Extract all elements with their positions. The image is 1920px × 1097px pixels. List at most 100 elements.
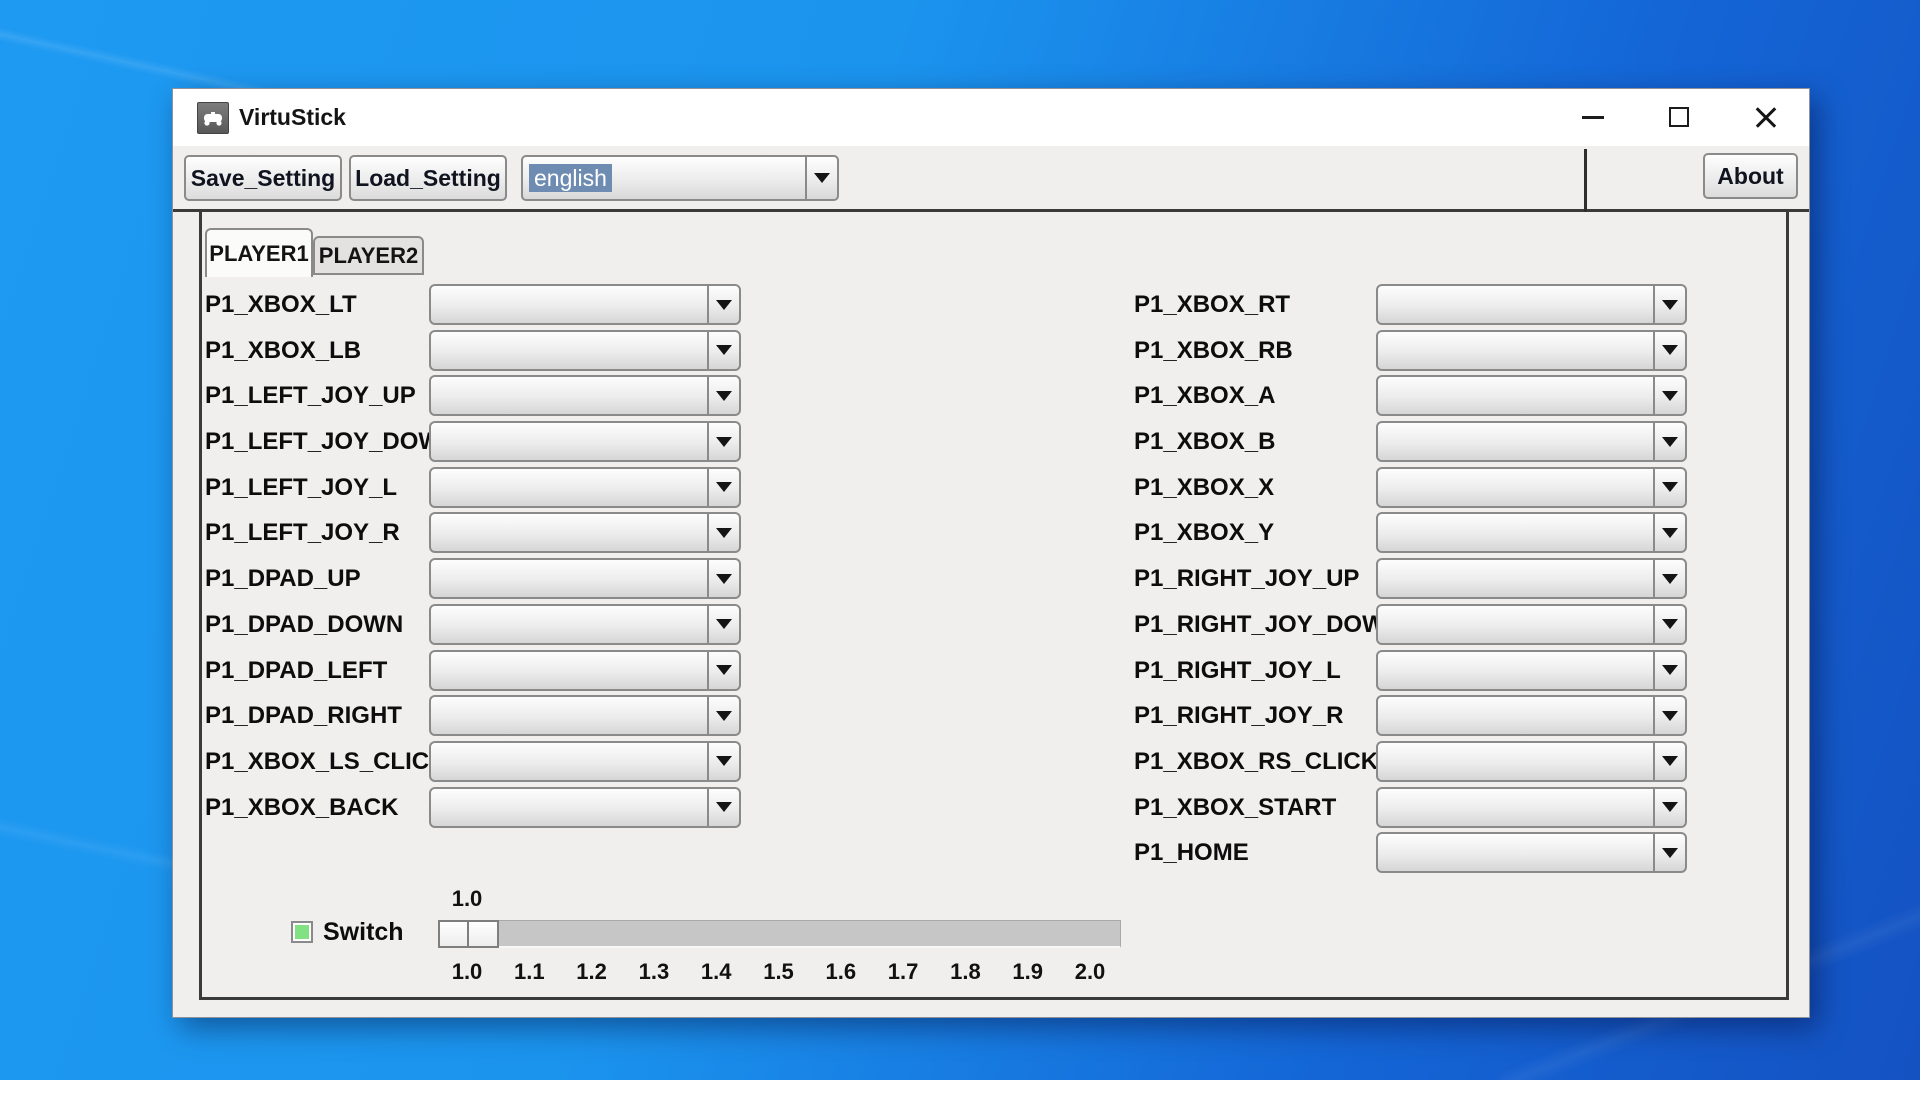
save-setting-button[interactable]: Save_Setting — [184, 155, 342, 201]
chevron-down-icon[interactable] — [1653, 560, 1685, 597]
chevron-down-icon[interactable] — [707, 286, 739, 323]
mapping-combobox[interactable] — [1376, 558, 1687, 599]
minimize-button[interactable] — [1563, 92, 1623, 142]
mapping-label: P1_XBOX_A — [1134, 375, 1275, 416]
desktop-background: VirtuStick Save_Setting Load_Setting eng… — [0, 0, 1920, 1080]
chevron-down-icon[interactable] — [1653, 697, 1685, 734]
chevron-down-icon[interactable] — [707, 332, 739, 369]
chevron-down-icon[interactable] — [707, 514, 739, 551]
mapping-combobox[interactable] — [1376, 375, 1687, 416]
switch-checkbox[interactable] — [291, 921, 313, 943]
mapping-combobox[interactable] — [1376, 284, 1687, 325]
mapping-row: P1_XBOX_START — [1134, 787, 1686, 833]
tab-player1[interactable]: PLAYER1 — [205, 228, 313, 277]
maximize-icon — [1669, 107, 1689, 127]
chevron-down-icon[interactable] — [707, 560, 739, 597]
mapping-combobox[interactable] — [429, 741, 741, 782]
mapping-column-left: P1_XBOX_LTP1_XBOX_LBP1_LEFT_JOY_UPP1_LEF… — [205, 284, 741, 832]
mapping-row: P1_XBOX_LB — [205, 330, 741, 376]
slider-tick-label: 2.0 — [1068, 959, 1112, 985]
triangle-glyph — [1662, 574, 1678, 584]
chevron-down-icon[interactable] — [707, 652, 739, 689]
mapping-combobox[interactable] — [429, 512, 741, 553]
mapping-label: P1_RIGHT_JOY_UP — [1134, 558, 1359, 599]
mapping-combobox[interactable] — [429, 467, 741, 508]
mapping-combobox[interactable] — [1376, 741, 1687, 782]
mapping-combobox[interactable] — [429, 695, 741, 736]
about-button[interactable]: About — [1703, 153, 1798, 199]
mapping-row: P1_XBOX_B — [1134, 421, 1686, 467]
mapping-row: P1_XBOX_A — [1134, 375, 1686, 421]
chevron-down-icon[interactable] — [707, 743, 739, 780]
mapping-row: P1_RIGHT_JOY_DOWN — [1134, 604, 1686, 650]
mapping-label: P1_XBOX_START — [1134, 787, 1336, 828]
mapping-label: P1_LEFT_JOY_UP — [205, 375, 416, 416]
chevron-down-icon[interactable] — [1653, 423, 1685, 460]
triangle-glyph — [716, 574, 732, 584]
mapping-combobox[interactable] — [429, 330, 741, 371]
triangle-glyph — [716, 711, 732, 721]
triangle-glyph — [716, 802, 732, 812]
chevron-down-icon[interactable] — [1653, 743, 1685, 780]
chevron-down-icon[interactable] — [707, 697, 739, 734]
slider-tick-label: 1.4 — [694, 959, 738, 985]
slider-tick-label: 1.8 — [943, 959, 987, 985]
chevron-down-icon[interactable] — [1653, 514, 1685, 551]
mapping-combobox[interactable] — [1376, 512, 1687, 553]
chevron-down-icon[interactable] — [1653, 286, 1685, 323]
close-icon — [1754, 105, 1778, 129]
mapping-combobox[interactable] — [1376, 650, 1687, 691]
chevron-down-icon[interactable] — [1653, 652, 1685, 689]
chevron-down-icon[interactable] — [707, 469, 739, 506]
mapping-combobox[interactable] — [429, 558, 741, 599]
chevron-down-icon[interactable] — [1653, 377, 1685, 414]
mapping-combobox[interactable] — [429, 284, 741, 325]
mapping-combobox[interactable] — [1376, 421, 1687, 462]
slider-tick-label: 1.9 — [1006, 959, 1050, 985]
triangle-glyph — [716, 619, 732, 629]
chevron-down-icon[interactable] — [707, 377, 739, 414]
close-button[interactable] — [1736, 92, 1796, 142]
slider-handle[interactable] — [467, 920, 499, 948]
mapping-combobox[interactable] — [1376, 695, 1687, 736]
chevron-down-icon[interactable] — [1653, 789, 1685, 826]
mapping-combobox[interactable] — [429, 421, 741, 462]
chevron-down-icon[interactable] — [1653, 469, 1685, 506]
chevron-down-icon[interactable] — [707, 789, 739, 826]
chevron-down-icon[interactable] — [1653, 834, 1685, 871]
mapping-combobox[interactable] — [1376, 604, 1687, 645]
chevron-down-icon[interactable] — [707, 423, 739, 460]
mapping-combobox[interactable] — [429, 604, 741, 645]
chevron-down-icon[interactable] — [1653, 332, 1685, 369]
mapping-label: P1_DPAD_DOWN — [205, 604, 403, 645]
mapping-combobox[interactable] — [429, 375, 741, 416]
slider-tick-label: 1.1 — [507, 959, 551, 985]
mapping-combobox[interactable] — [429, 650, 741, 691]
language-combobox[interactable]: english — [521, 155, 839, 201]
slider-groove-fill — [438, 920, 469, 948]
mapping-label: P1_XBOX_LS_CLICK — [205, 741, 446, 782]
chevron-down-icon[interactable] — [1653, 606, 1685, 643]
mapping-label: P1_XBOX_BACK — [205, 787, 398, 828]
mapping-row: P1_XBOX_Y — [1134, 512, 1686, 558]
tab-player2[interactable]: PLAYER2 — [313, 236, 424, 275]
triangle-glyph — [716, 345, 732, 355]
title-bar[interactable]: VirtuStick — [173, 89, 1809, 146]
triangle-glyph — [1662, 391, 1678, 401]
checkbox-fill — [295, 925, 309, 939]
mapping-combobox[interactable] — [1376, 330, 1687, 371]
chevron-down-icon[interactable] — [707, 606, 739, 643]
mapping-combobox[interactable] — [429, 787, 741, 828]
load-setting-button[interactable]: Load_Setting — [349, 155, 507, 201]
mapping-combobox[interactable] — [1376, 832, 1687, 873]
mapping-combobox[interactable] — [1376, 467, 1687, 508]
mapping-combobox[interactable] — [1376, 787, 1687, 828]
mapping-label: P1_XBOX_Y — [1134, 512, 1274, 553]
triangle-glyph — [814, 173, 830, 183]
mapping-row: P1_XBOX_X — [1134, 467, 1686, 513]
chevron-down-icon[interactable] — [805, 157, 837, 199]
mapping-label: P1_DPAD_LEFT — [205, 650, 387, 691]
sensitivity-slider[interactable] — [438, 920, 1121, 948]
maximize-button[interactable] — [1649, 92, 1709, 142]
triangle-glyph — [1662, 802, 1678, 812]
